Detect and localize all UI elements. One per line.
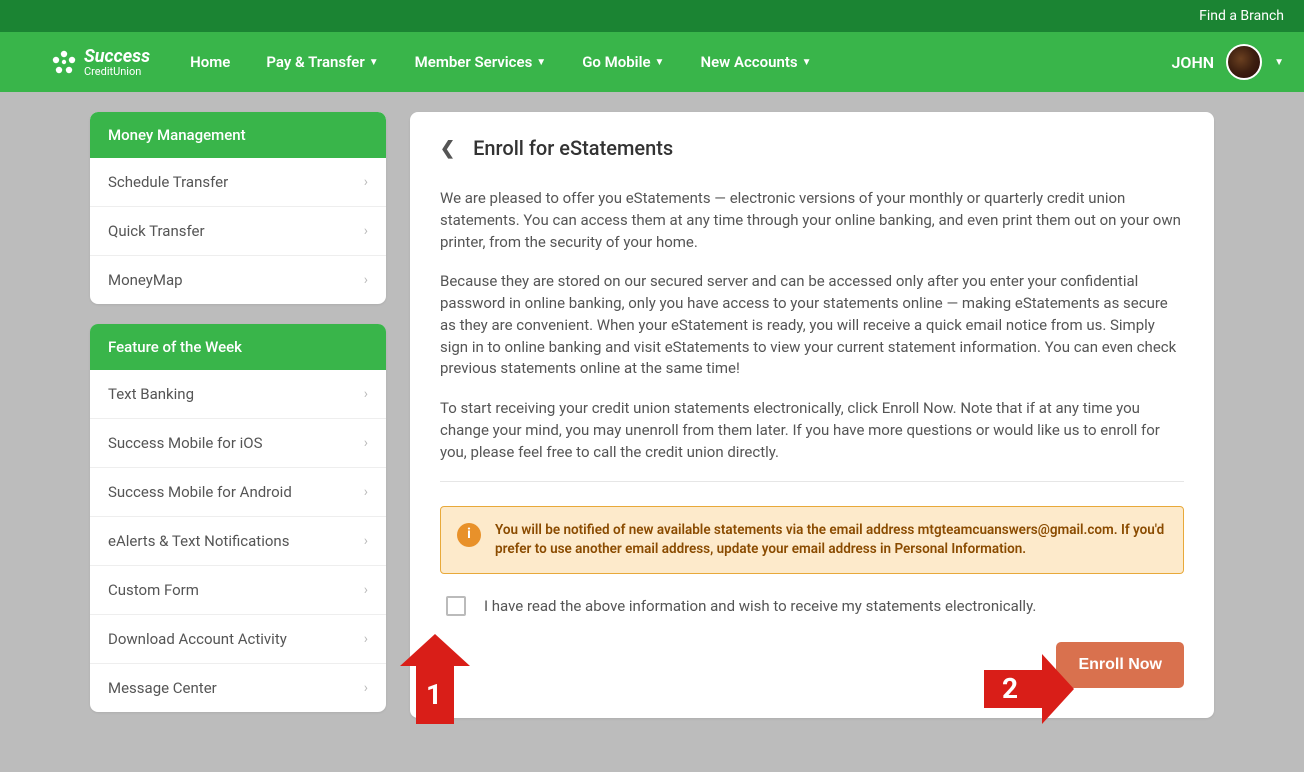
chevron-down-icon: ▼ (536, 57, 546, 68)
intro-paragraph-3: To start receiving your credit union sta… (440, 398, 1184, 463)
chevron-right-icon: › (364, 631, 368, 647)
chevron-right-icon: › (364, 533, 368, 549)
nav-member-services[interactable]: Member Services▼ (415, 53, 547, 71)
info-notice: i You will be notified of new available … (440, 506, 1184, 574)
find-branch-link[interactable]: Find a Branch (1199, 8, 1284, 24)
avatar[interactable] (1226, 44, 1262, 80)
chevron-right-icon: › (364, 174, 368, 190)
sidebar-item-label: MoneyMap (108, 271, 183, 289)
user-name: JOHN (1172, 53, 1215, 72)
sidebar-item-ealerts[interactable]: eAlerts & Text Notifications › (90, 517, 386, 566)
callout-number-1: 1 (426, 678, 442, 711)
nav-pay-label: Pay & Transfer (266, 53, 364, 71)
chevron-down-icon[interactable]: ▼ (1274, 57, 1284, 68)
nav-mobile-label: Go Mobile (582, 53, 650, 71)
sidebar-item-label: Text Banking (108, 385, 194, 403)
sidebar-item-moneymap[interactable]: MoneyMap › (90, 256, 386, 304)
nav-home-label: Home (190, 53, 230, 71)
callout-arrow-2: 2 (984, 654, 1074, 724)
body-text: We are pleased to offer you eStatements … (440, 188, 1184, 463)
sidebar-item-label: Success Mobile for iOS (108, 434, 263, 452)
sidebar-item-download-activity[interactable]: Download Account Activity › (90, 615, 386, 664)
chevron-right-icon: › (364, 386, 368, 402)
info-icon: i (457, 523, 481, 547)
nav-new-accounts[interactable]: New Accounts ▼ (700, 53, 811, 71)
nav-home[interactable]: Home (190, 53, 230, 71)
divider (440, 481, 1184, 482)
chevron-right-icon: › (364, 272, 368, 288)
nav-go-mobile[interactable]: Go Mobile ▼ (582, 53, 664, 71)
chevron-right-icon: › (364, 582, 368, 598)
nav-new-label: New Accounts (700, 53, 797, 71)
logo-text-top: Success (84, 48, 150, 66)
sidebar-item-schedule-transfer[interactable]: Schedule Transfer › (90, 158, 386, 207)
chevron-down-icon: ▼ (369, 57, 379, 68)
nav-member-label: Member Services (415, 53, 533, 71)
intro-paragraph-1: We are pleased to offer you eStatements … (440, 188, 1184, 253)
sidebar-item-label: eAlerts & Text Notifications (108, 532, 289, 550)
chevron-down-icon: ▼ (655, 57, 665, 68)
chevron-right-icon: › (364, 484, 368, 500)
logo[interactable]: Success CreditUnion (50, 48, 150, 77)
info-text: You will be notified of new available st… (495, 521, 1167, 559)
chevron-right-icon: › (364, 680, 368, 696)
callout-number-2: 2 (1002, 672, 1018, 705)
sidebar-item-label: Message Center (108, 679, 217, 697)
consent-checkbox[interactable] (446, 596, 466, 616)
chevron-right-icon: › (364, 435, 368, 451)
sidebar-item-quick-transfer[interactable]: Quick Transfer › (90, 207, 386, 256)
sidebar-item-custom-form[interactable]: Custom Form › (90, 566, 386, 615)
consent-label: I have read the above information and wi… (484, 597, 1036, 615)
sidebar-item-label: Schedule Transfer (108, 173, 228, 191)
page-title: Enroll for eStatements (473, 136, 673, 160)
sidebar-item-label: Download Account Activity (108, 630, 287, 648)
nav-pay-transfer[interactable]: Pay & Transfer ▼ (266, 53, 378, 71)
enroll-now-button[interactable]: Enroll Now (1056, 642, 1184, 688)
callout-arrow-1: 1 (400, 634, 470, 724)
logo-text-bottom: CreditUnion (84, 66, 150, 77)
sidebar-item-label: Quick Transfer (108, 222, 205, 240)
sidebar-item-text-banking[interactable]: Text Banking › (90, 370, 386, 419)
sidebar-item-mobile-android[interactable]: Success Mobile for Android › (90, 468, 386, 517)
sidebar-item-label: Success Mobile for Android (108, 483, 292, 501)
chevron-down-icon: ▼ (802, 57, 812, 68)
sidebar-item-message-center[interactable]: Message Center › (90, 664, 386, 712)
sidebar-item-label: Custom Form (108, 581, 199, 599)
sidebar-item-mobile-ios[interactable]: Success Mobile for iOS › (90, 419, 386, 468)
sidebar-group-feature-week: Feature of the Week (90, 324, 386, 370)
logo-icon (50, 48, 78, 76)
intro-paragraph-2: Because they are stored on our secured s… (440, 271, 1184, 380)
back-button[interactable]: ❮ (440, 138, 455, 159)
sidebar-group-money-management: Money Management (90, 112, 386, 158)
chevron-right-icon: › (364, 223, 368, 239)
